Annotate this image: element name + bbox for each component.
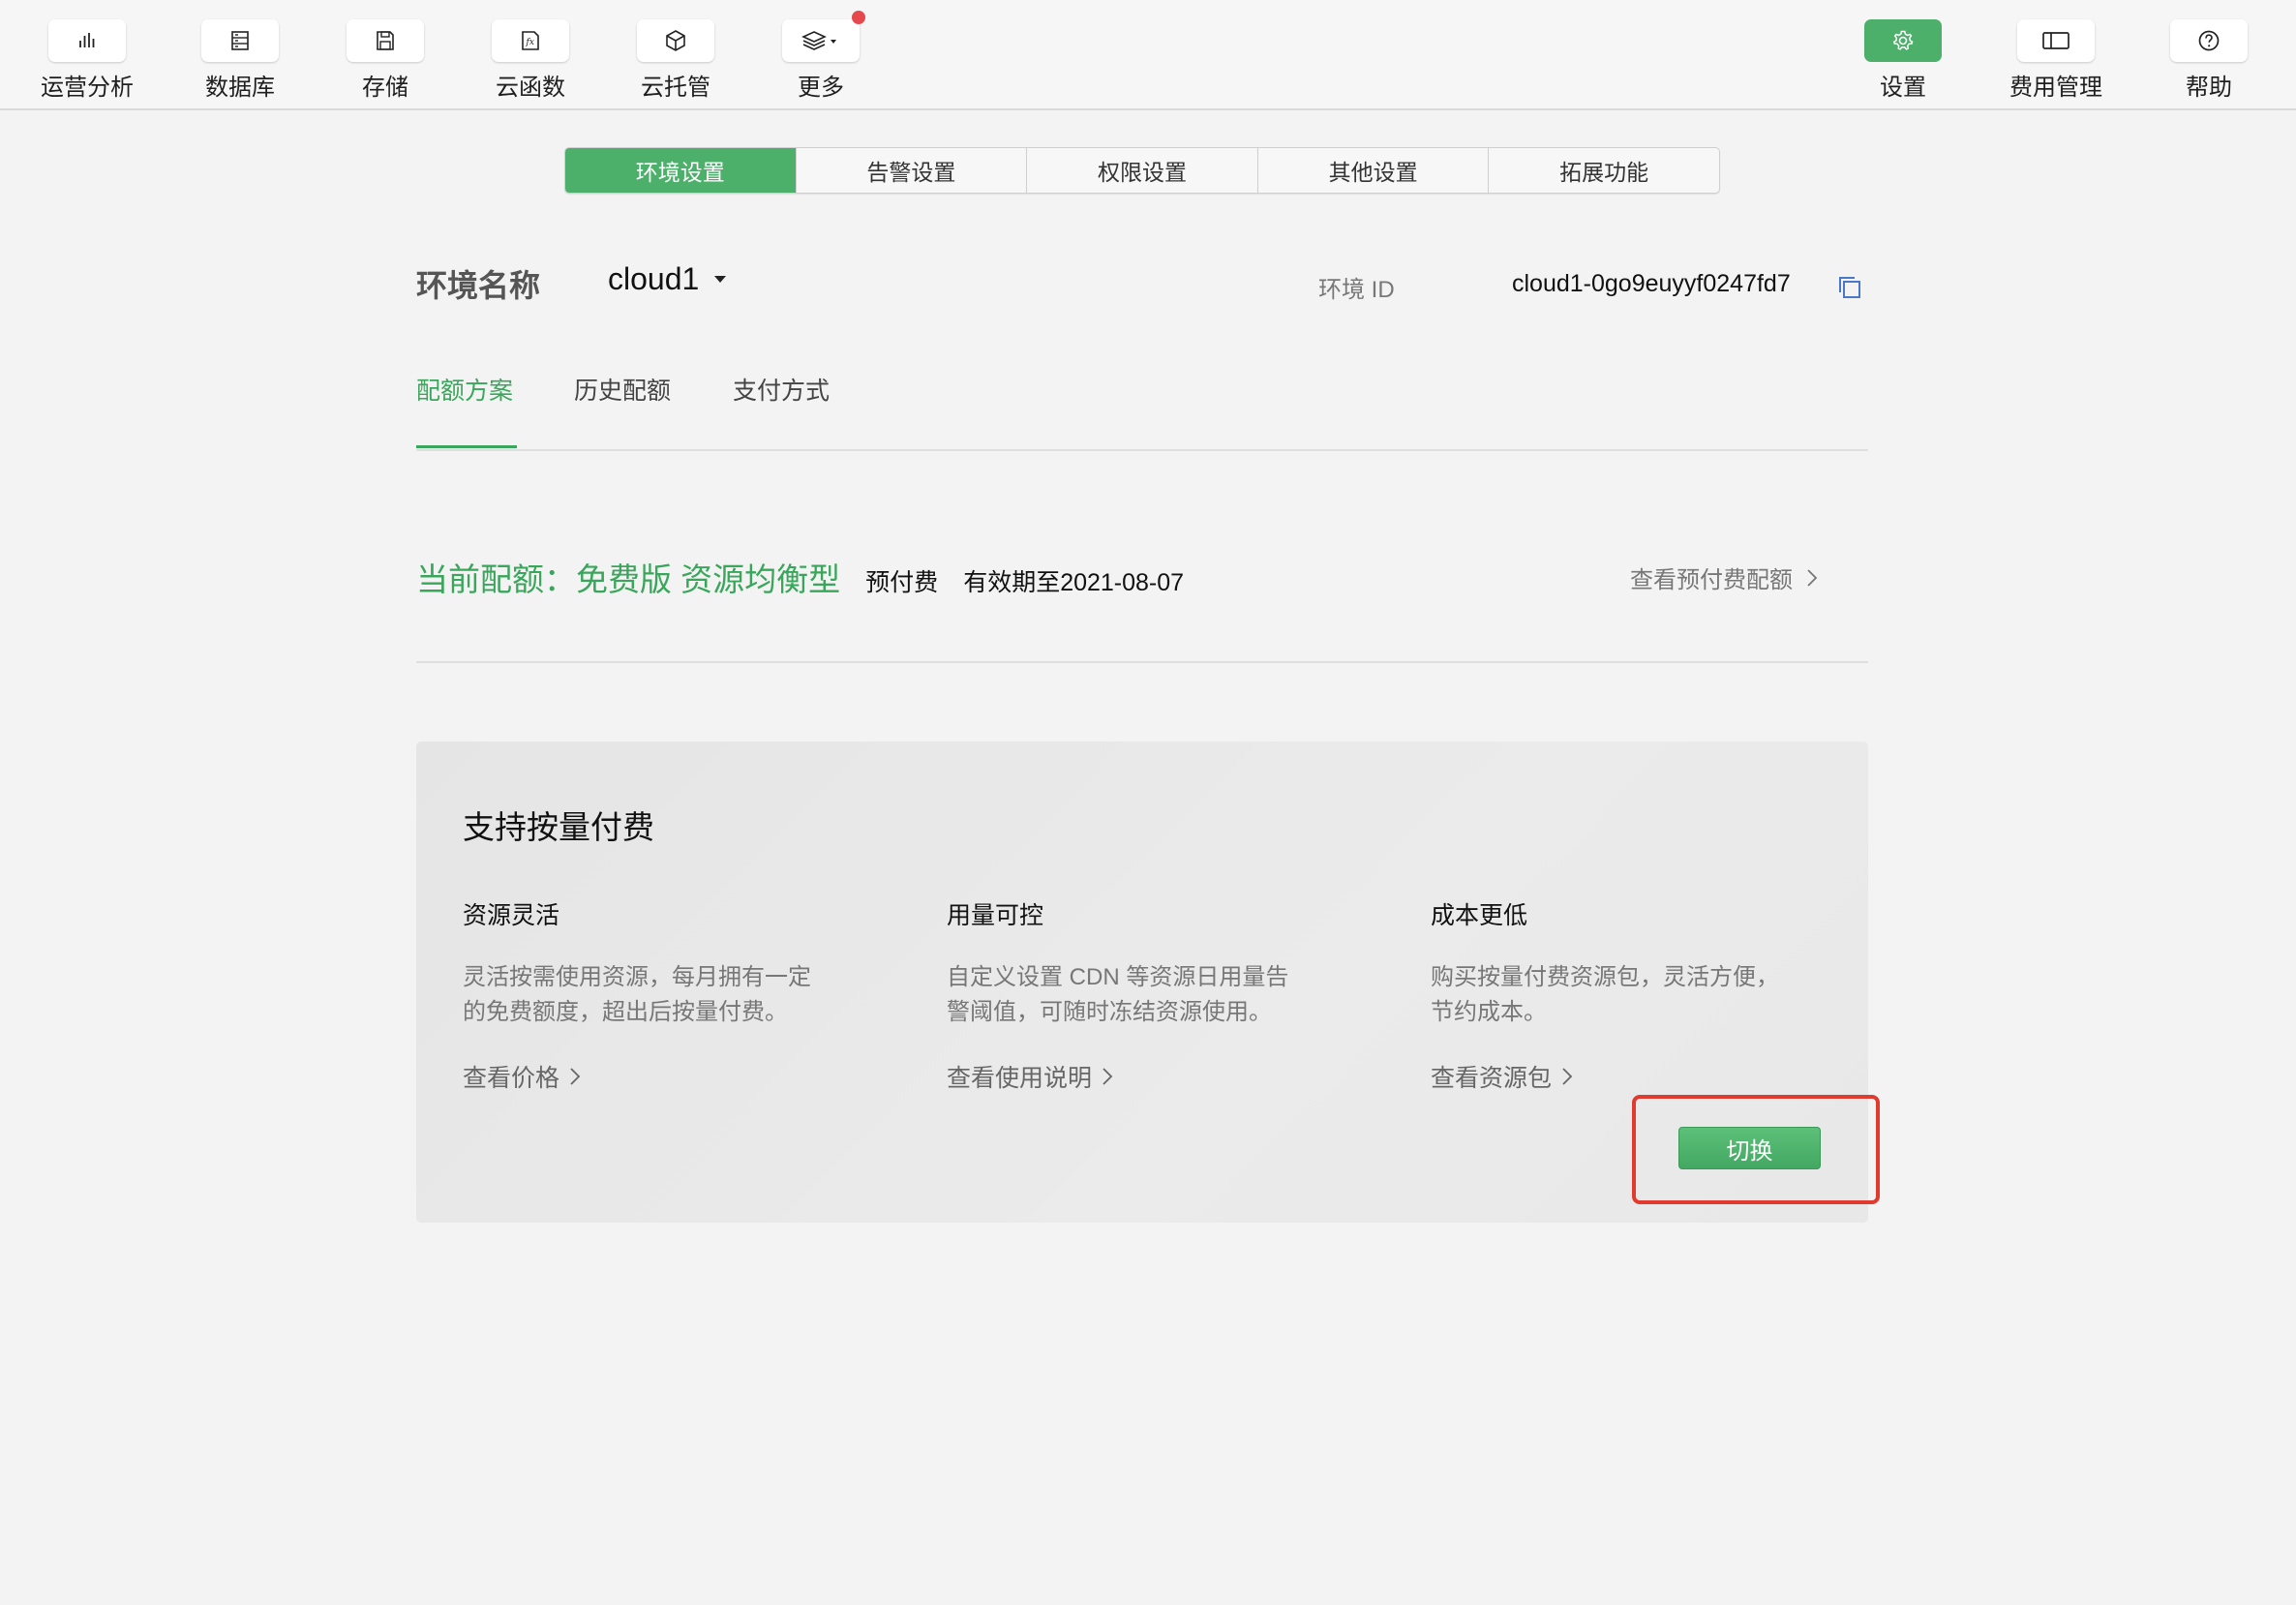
env-selector[interactable]: cloud1 [608,261,727,297]
help-icon [2198,30,2220,51]
database-icon [231,31,249,50]
env-name-value: cloud1 [608,261,700,296]
feature-desc-line: 警阈值，可随时冻结资源使用。 [947,999,1272,1025]
current-quota-title: 当前配额：免费版 资源均衡型 [416,561,841,597]
toolbar-label: 更多 [798,75,844,101]
tab-env-settings[interactable]: 环境设置 [565,148,796,193]
subtab-quota-plan[interactable]: 配额方案 [416,372,513,416]
notification-dot [852,11,865,24]
save-icon [377,31,394,50]
toolbar-item-analytics[interactable]: 运营分析 [10,19,165,102]
chevron-right-icon [570,1068,581,1085]
toolbar-label: 运营分析 [41,75,134,101]
tab-permission-settings[interactable]: 权限设置 [1026,148,1257,193]
toolbar-button-billing[interactable] [2017,19,2095,62]
section-divider [416,661,1868,663]
feature-desc-line: 购买按量付费资源包，灵活方便， [1431,964,1779,990]
feature-desc: 购买按量付费资源包，灵活方便， 节约成本。 [1431,960,1837,1030]
bar-chart-icon [79,33,95,47]
toolbar-label: 数据库 [205,75,275,101]
toolbar-button-more[interactable] [782,11,865,62]
quota-sub-tabs: 配额方案 历史配额 支付方式 [416,372,1868,451]
tab-alert-settings[interactable]: 告警设置 [795,148,1027,193]
settings-segment-tabs: 环境设置 告警设置 权限设置 其他设置 拓展功能 [564,147,1720,194]
toolbar-button-settings[interactable] [1864,19,1942,62]
chevron-right-icon [1807,568,1818,587]
view-resource-pack-link[interactable]: 查看资源包 [1431,1059,1573,1094]
env-name-label: 环境名称 [416,268,541,303]
feature-title: 资源灵活 [463,902,560,929]
card-title: 支持按量付费 [463,809,654,845]
toolbar-label: 帮助 [2186,75,2232,101]
toolbar-item-database[interactable]: 数据库 [163,19,317,102]
tab-extensions[interactable]: 拓展功能 [1488,148,1719,193]
feature-title: 用量可控 [947,902,1044,929]
view-resource-pack-label: 查看资源包 [1431,1065,1553,1092]
feature-desc-line: 灵活按需使用资源，每月拥有一定 [463,964,811,990]
toolbar-label: 存储 [362,75,408,101]
feature-desc-line: 自定义设置 CDN 等资源日用量告 [947,964,1289,990]
toolbar-item-functions[interactable]: fx 云函数 [453,19,608,102]
feature-desc-line: 节约成本。 [1431,999,1547,1025]
toolbar-button-database[interactable] [201,19,279,62]
feature-flexible: 资源灵活 灵活按需使用资源，每月拥有一定 的免费额度，超出后按量付费。 查看价格 [463,896,869,1092]
toolbar-button-functions[interactable]: fx [492,19,569,62]
toolbar-button-help[interactable] [2170,19,2248,62]
subtab-payment-method[interactable]: 支付方式 [733,372,830,416]
view-prepaid-quota-label: 查看预付费配额 [1630,567,1793,593]
toolbar-item-cloud-hosting[interactable]: 云托管 [598,19,753,102]
toolbar-button-storage[interactable] [347,19,424,62]
layers-icon [801,31,836,50]
toolbar-item-settings[interactable]: 设置 [1826,19,1980,102]
view-prepaid-quota-link[interactable]: 查看预付费配额 [1630,560,1818,594]
caret-down-icon [714,276,727,283]
env-id-label: 环境 ID [1318,277,1395,303]
feature-controllable: 用量可控 自定义设置 CDN 等资源日用量告 警阈值，可随时冻结资源使用。 查看… [947,896,1353,1092]
toolbar-label: 费用管理 [2009,75,2102,101]
view-usage-guide-label: 查看使用说明 [947,1065,1093,1092]
current-quota-row: 当前配额：免费版 资源均衡型 预付费 有效期至2021-08-07 [416,554,1184,600]
toolbar-label: 云托管 [641,75,710,101]
chevron-right-icon [1562,1068,1573,1085]
quota-valid-until: 有效期至2021-08-07 [963,569,1185,596]
billing-icon [2042,32,2069,49]
copy-icon[interactable] [1836,274,1863,301]
feature-title: 成本更低 [1431,902,1528,929]
toolbar-button-analytics[interactable] [48,19,126,62]
view-usage-guide-link[interactable]: 查看使用说明 [947,1059,1113,1094]
view-price-label: 查看价格 [463,1065,560,1092]
toolbar-item-storage[interactable]: 存储 [308,19,463,102]
toolbar-label: 设置 [1880,75,1926,101]
view-price-link[interactable]: 查看价格 [463,1059,581,1094]
feature-desc: 灵活按需使用资源，每月拥有一定 的免费额度，超出后按量付费。 [463,960,869,1030]
active-tab-underline [416,445,517,448]
chevron-right-icon [1103,1068,1113,1085]
gear-icon [1892,30,1914,50]
env-id-value: cloud1-0go9euyyf0247fd7 [1512,270,1791,297]
switch-button[interactable]: 切换 [1678,1127,1821,1169]
page: 运营分析 数据库 存储 fx 云函数 云托管 更多 设置 费用管理 帮助 环境设… [0,0,2296,1605]
toolbar-label: 云函数 [496,75,565,101]
top-toolbar: 运营分析 数据库 存储 fx 云函数 云托管 更多 设置 费用管理 帮助 [0,0,2296,110]
function-icon: fx [522,31,539,50]
tab-other-settings[interactable]: 其他设置 [1256,148,1489,193]
subtab-quota-history[interactable]: 历史配额 [574,372,671,416]
feature-desc: 自定义设置 CDN 等资源日用量告 警阈值，可随时冻结资源使用。 [947,960,1353,1030]
feature-lower-cost: 成本更低 购买按量付费资源包，灵活方便， 节约成本。 查看资源包 [1431,896,1837,1092]
feature-desc-line: 的免费额度，超出后按量付费。 [463,999,788,1025]
svg-text:fx: fx [526,38,534,47]
quota-pay-type: 预付费 [865,569,939,596]
toolbar-item-help[interactable]: 帮助 [2131,19,2286,102]
toolbar-item-more[interactable]: 更多 [743,11,898,102]
cube-icon [666,30,685,51]
toolbar-item-billing[interactable]: 费用管理 [1979,19,2133,102]
toolbar-button-cloud-hosting[interactable] [637,19,714,62]
